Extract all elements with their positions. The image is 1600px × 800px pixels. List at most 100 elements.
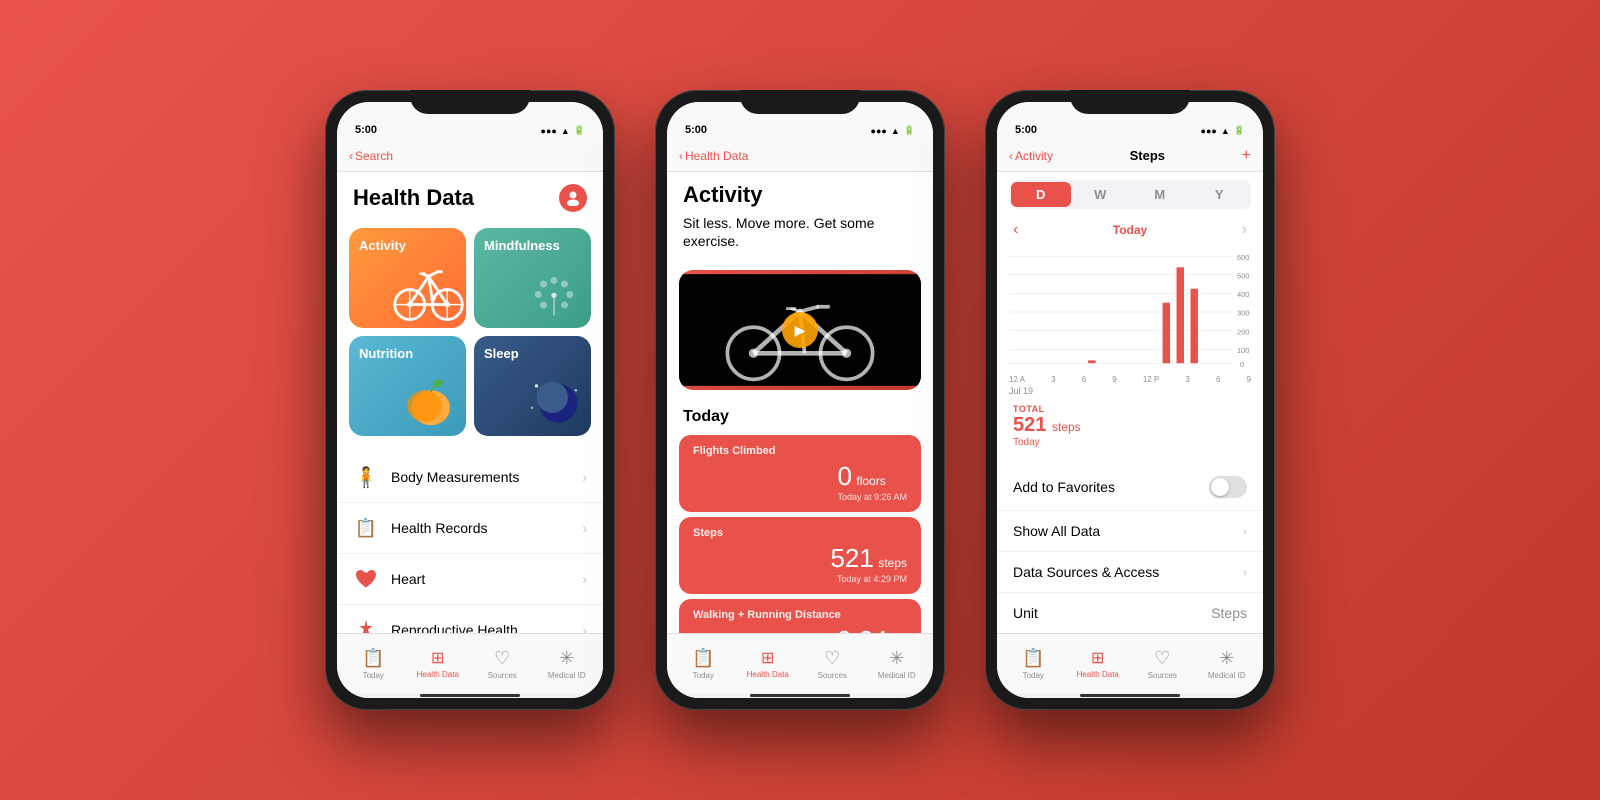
options-section: Add to Favorites Show All Data › Data So… <box>997 464 1263 633</box>
stat-card-distance: Walking + Running Distance 0.24 mi Today… <box>679 599 921 633</box>
tab-today-3[interactable]: 📋 Today <box>1008 648 1058 680</box>
body-icon: 🧍 <box>353 464 379 490</box>
period-tab-w[interactable]: W <box>1071 182 1131 207</box>
screen1-header: Health Data <box>337 172 603 220</box>
option-show-all[interactable]: Show All Data › <box>997 511 1263 552</box>
status-time-3: 5:00 <box>1015 124 1037 136</box>
stat-card-flights: Flights Climbed 0 floors Today at 9:26 A… <box>679 435 921 512</box>
category-grid: Activity <box>337 220 603 444</box>
back-label-3: Activity <box>1015 149 1053 163</box>
medical-icon-2: ✳ <box>889 648 904 669</box>
prev-date[interactable]: ‹ <box>1013 221 1018 239</box>
tab-bar-3: 📋 Today ⊞ Health Data ♡ Sources ✳ Medica… <box>997 633 1263 693</box>
steps-title: Steps <box>693 527 907 539</box>
chevron-heart: › <box>582 571 587 587</box>
list-item-reproductive[interactable]: Reproductive Health › <box>337 605 603 633</box>
period-tabs: D W M Y <box>1009 180 1251 209</box>
svg-text:200: 200 <box>1237 327 1249 336</box>
favorites-label: Add to Favorites <box>1013 479 1115 495</box>
steps-time: Today at 4:29 PM <box>830 574 907 584</box>
period-tab-y[interactable]: Y <box>1190 182 1250 207</box>
tab-today-1[interactable]: 📋 Today <box>348 648 398 680</box>
chevron-back-icon-2: ‹ <box>679 149 683 163</box>
add-button-3[interactable]: + <box>1242 147 1251 165</box>
list-section: 🧍 Body Measurements › 📋 Health Records › <box>337 452 603 633</box>
flights-row: 0 floors Today at 9:26 AM <box>693 461 907 502</box>
tab-medical-2[interactable]: ✳ Medical ID <box>872 648 922 680</box>
heart-icon <box>353 566 379 592</box>
tab-sources-3[interactable]: ♡ Sources <box>1137 648 1187 680</box>
option-data-sources[interactable]: Data Sources & Access › <box>997 552 1263 593</box>
phone-3: 5:00 ●●● ▲ 🔋 ‹ Activity Steps + D W M Y <box>985 90 1275 710</box>
today-icon-2: 📋 <box>692 648 714 669</box>
activity-subtitle: Sit less. Move more. Get some exercise. <box>683 214 917 250</box>
chevron-records: › <box>582 520 587 536</box>
svg-text:500: 500 <box>1237 271 1249 280</box>
flights-unit: floors <box>856 474 885 488</box>
signal-icon-3: ●●● <box>1201 126 1217 136</box>
back-button-3[interactable]: ‹ Activity <box>1009 149 1053 163</box>
health-data-label-1: Health Data <box>417 670 459 679</box>
status-icons-3: ●●● ▲ 🔋 <box>1201 125 1245 136</box>
profile-icon[interactable] <box>559 184 587 212</box>
sources-icon-2: ♡ <box>824 648 840 669</box>
medical-label-2: Medical ID <box>878 671 916 680</box>
favorites-toggle[interactable] <box>1209 476 1247 498</box>
steps-value-group: 521 steps Today at 4:29 PM <box>830 543 907 584</box>
svg-text:300: 300 <box>1237 309 1249 318</box>
sources-label-3: Sources <box>1148 671 1177 680</box>
svg-text:100: 100 <box>1237 346 1249 355</box>
period-tab-d[interactable]: D <box>1011 182 1071 207</box>
nutrition-label: Nutrition <box>359 346 413 361</box>
home-indicator-2 <box>667 693 933 698</box>
health-data-label-3: Health Data <box>1077 670 1119 679</box>
list-item-body[interactable]: 🧍 Body Measurements › <box>337 452 603 503</box>
date-label: Today <box>1113 223 1147 237</box>
mindfulness-illustration <box>516 253 591 328</box>
video-card[interactable]: ▶ <box>679 270 921 390</box>
next-date[interactable]: › <box>1242 221 1247 239</box>
tab-sources-2[interactable]: ♡ Sources <box>807 648 857 680</box>
sources-icon-3: ♡ <box>1154 648 1170 669</box>
tab-health-data-1[interactable]: ⊞ Health Data <box>413 648 463 679</box>
signal-icon-1: ●●● <box>541 126 557 136</box>
category-nutrition[interactable]: Nutrition <box>349 336 466 436</box>
category-activity[interactable]: Activity <box>349 228 466 328</box>
tab-today-2[interactable]: 📋 Today <box>678 648 728 680</box>
health-data-icon-3: ⊞ <box>1091 648 1104 668</box>
list-item-records[interactable]: 📋 Health Records › <box>337 503 603 554</box>
tab-medical-1[interactable]: ✳ Medical ID <box>542 648 592 680</box>
reproductive-label: Reproductive Health <box>391 622 570 633</box>
back-button-1[interactable]: ‹ Search <box>349 149 393 163</box>
back-label-2: Health Data <box>685 149 748 163</box>
tab-health-data-2[interactable]: ⊞ Health Data <box>743 648 793 679</box>
period-tab-m[interactable]: M <box>1130 182 1190 207</box>
body-label: Body Measurements <box>391 469 570 485</box>
unit-value: Steps <box>1211 605 1247 621</box>
today-label-3: Today <box>1023 671 1044 680</box>
tab-medical-3[interactable]: ✳ Medical ID <box>1202 648 1252 680</box>
tab-sources-1[interactable]: ♡ Sources <box>477 648 527 680</box>
show-all-label: Show All Data <box>1013 523 1100 539</box>
chevron-back-icon-1: ‹ <box>349 149 353 163</box>
home-indicator-1 <box>337 693 603 698</box>
flights-title: Flights Climbed <box>693 445 907 457</box>
today-section-label: Today <box>667 400 933 430</box>
toggle-knob <box>1211 478 1229 496</box>
status-time-2: 5:00 <box>685 124 707 136</box>
phone-2: 5:00 ●●● ▲ 🔋 ‹ Health Data Activity Sit … <box>655 90 945 710</box>
list-item-heart[interactable]: Heart › <box>337 554 603 605</box>
chevron-reproductive: › <box>582 622 587 633</box>
today-label-1: Today <box>363 671 384 680</box>
back-button-2[interactable]: ‹ Health Data <box>679 149 748 163</box>
option-favorites: Add to Favorites <box>997 464 1263 511</box>
flights-value: 0 <box>837 461 851 491</box>
category-sleep[interactable]: Sleep <box>474 336 591 436</box>
sleep-label: Sleep <box>484 346 519 361</box>
heart-label: Heart <box>391 571 570 587</box>
category-mindfulness[interactable]: Mindfulness <box>474 228 591 328</box>
sources-label-1: Sources <box>488 671 517 680</box>
chevron-data-sources: › <box>1243 565 1247 579</box>
tab-health-data-3[interactable]: ⊞ Health Data <box>1073 648 1123 679</box>
total-value: 521 steps <box>1013 414 1081 436</box>
